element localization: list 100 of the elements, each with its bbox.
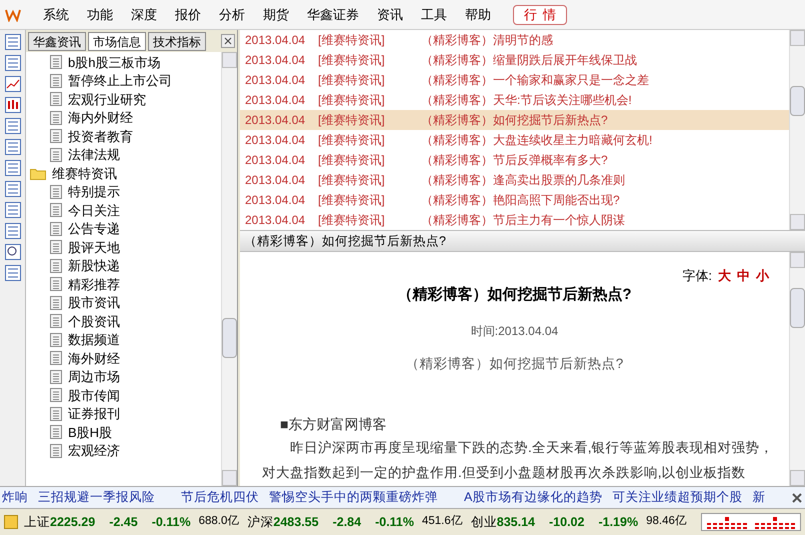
menu-item[interactable]: 期货 [254,4,298,24]
ticker-headline[interactable]: 炸响 [2,488,28,507]
news-date: 2013.04.04 [245,152,306,169]
news-row[interactable]: 2013.04.04 [维赛特资讯] （精彩博客）节后反弹概率有多大? [240,150,789,170]
index-change: -2.45 [109,514,138,531]
search-icon[interactable] [4,244,20,260]
toolbar-icon[interactable] [4,160,20,176]
news-date: 2013.04.04 [245,32,306,49]
toolbar-icon[interactable] [4,76,20,92]
toolbar-icon[interactable] [4,118,20,134]
news-title: （精彩博客）清明节的感 [421,32,553,49]
toolbar-icon[interactable] [4,265,20,281]
tab[interactable]: 技术指标 [148,32,206,50]
index-name: 沪深 [247,514,274,531]
close-icon[interactable] [791,492,803,504]
tree-item[interactable]: 股评天地 [26,238,221,256]
toolbar-icon[interactable] [4,34,20,50]
tree-item[interactable]: 数据频道 [26,330,221,349]
news-source: [维赛特资讯] [318,172,386,189]
toolbar-icon[interactable] [4,181,20,197]
ticker-headline[interactable]: 节后危机四伏 [181,488,259,507]
news-row[interactable]: 2013.04.04 [维赛特资讯] （精彩博客）如何挖掘节后新热点? [240,110,789,130]
article-title: （精彩博客）如何挖掘节后新热点? [396,284,633,304]
news-row[interactable]: 2013.04.04 [维赛特资讯] （精彩博客）大盘连续收星主力暗藏何玄机! [240,130,789,150]
tree-item[interactable]: 宏观行业研究 [26,90,221,108]
index-change: -10.02 [549,514,584,531]
tree-item[interactable]: 股市资讯 [26,294,221,312]
news-row[interactable]: 2013.04.04 [维赛特资讯] （精彩博客）一个输家和赢家只是一念之差 [240,70,789,90]
news-row[interactable]: 2013.04.04 [维赛特资讯] （精彩博客）逢高卖出股票的几条准则 [240,170,789,190]
toolbar-icon[interactable] [4,97,20,113]
menu-item[interactable]: 华鑫证券 [298,4,368,24]
tree-item[interactable]: 法律法规 [26,146,221,164]
news-title: （精彩博客）逢高卖出股票的几条准则 [421,172,625,189]
quote-button[interactable]: 行情 [513,4,567,24]
news-date: 2013.04.04 [245,72,306,89]
news-source: [维赛特资讯] [318,192,386,209]
menu-item[interactable]: 深度 [122,4,166,24]
tree-item[interactable]: 证券报刊 [26,404,221,423]
menu-item[interactable]: 报价 [166,4,210,24]
tab[interactable]: 市场信息 [88,32,146,50]
close-icon[interactable] [221,34,235,48]
tree-item[interactable]: 投资者教育 [26,127,221,146]
news-title: （精彩博客）如何挖掘节后新热点? [421,112,608,129]
document-icon [50,129,62,144]
tab[interactable]: 华鑫资讯 [28,32,86,50]
news-row[interactable]: 2013.04.04 [维赛特资讯] （精彩博客）节后主力有一个惊人阴谋 [240,210,789,230]
menu-item[interactable]: 工具 [412,4,456,24]
toolbar-icon[interactable] [4,202,20,218]
menu-item[interactable]: 分析 [210,4,254,24]
toolbar-icon[interactable] [4,223,20,239]
scrollbar[interactable] [221,52,237,486]
tree-item[interactable]: 公告专递 [26,220,221,238]
tree-item[interactable]: 今日关注 [26,201,221,220]
tree-item[interactable]: b股h股三板市场 [26,53,221,72]
news-source: [维赛特资讯] [318,32,386,49]
news-source: [维赛特资讯] [318,132,386,149]
ticker-headline[interactable]: 新 [752,488,766,507]
menu-item[interactable]: 资讯 [368,4,412,24]
menu-item[interactable]: 功能 [78,4,122,24]
news-date: 2013.04.04 [245,92,306,109]
tree-item[interactable]: 宏观经济 [26,442,221,460]
document-icon [50,351,62,366]
menu-item[interactable]: 帮助 [456,4,500,24]
index-change: -2.84 [332,514,362,531]
index-percent: -1.19% [598,514,638,531]
news-row[interactable]: 2013.04.04 [维赛特资讯] （精彩博客）清明节的感 [240,30,789,50]
font-size-link[interactable]: 小 [756,266,769,286]
toolbar-icon[interactable] [4,55,20,71]
news-source: [维赛特资讯] [318,212,386,229]
ticker-headline[interactable]: 三招规避一季报风险 [38,488,155,507]
tree-item[interactable]: 暂停终止上市公司 [26,72,221,90]
document-icon [50,110,62,125]
news-row[interactable]: 2013.04.04 [维赛特资讯] （精彩博客）艳阳高照下周能否出现? [240,190,789,210]
news-date: 2013.04.04 [245,132,306,149]
ticker-headline[interactable]: A股市场有边缘化的趋势 [464,488,602,507]
menu-item[interactable]: 系统 [34,4,78,24]
document-icon [50,332,62,347]
tree-item[interactable]: 精彩推荐 [26,275,221,294]
document-icon [50,277,62,292]
tree-item[interactable]: 海外财经 [26,349,221,368]
tree-item[interactable]: 股市传闻 [26,386,221,404]
font-size-link[interactable]: 大 [718,266,731,286]
ticker-headline[interactable]: 可关注业绩超预期个股 [612,488,742,507]
tree-folder[interactable]: 维赛特资讯 [26,164,221,182]
tree-item[interactable]: 周边市场 [26,368,221,386]
tree-item[interactable]: 新股快递 [26,256,221,275]
tree-item[interactable]: B股H股 [26,423,221,442]
toolbar-icon[interactable] [4,139,20,155]
news-row[interactable]: 2013.04.04 [维赛特资讯] （精彩博客）天华:节后该关注哪些机会! [240,90,789,110]
tree-item[interactable]: 个股资讯 [26,312,221,330]
ticker-headline[interactable]: 警惕空头手中的两颗重磅炸弹 [269,488,438,507]
tree-item[interactable]: 特别提示 [26,182,221,201]
scrollbar[interactable] [789,252,805,486]
tree-item[interactable]: 海内外财经 [26,108,221,127]
font-size-link[interactable]: 中 [737,266,750,286]
document-icon [50,240,62,254]
news-row[interactable]: 2013.04.04 [维赛特资讯] （精彩博客）缩量阴跌后展开年线保卫战 [240,50,789,70]
news-title: （精彩博客）节后主力有一个惊人阴谋 [421,212,625,229]
document-icon [50,444,62,458]
scrollbar[interactable] [789,30,805,230]
